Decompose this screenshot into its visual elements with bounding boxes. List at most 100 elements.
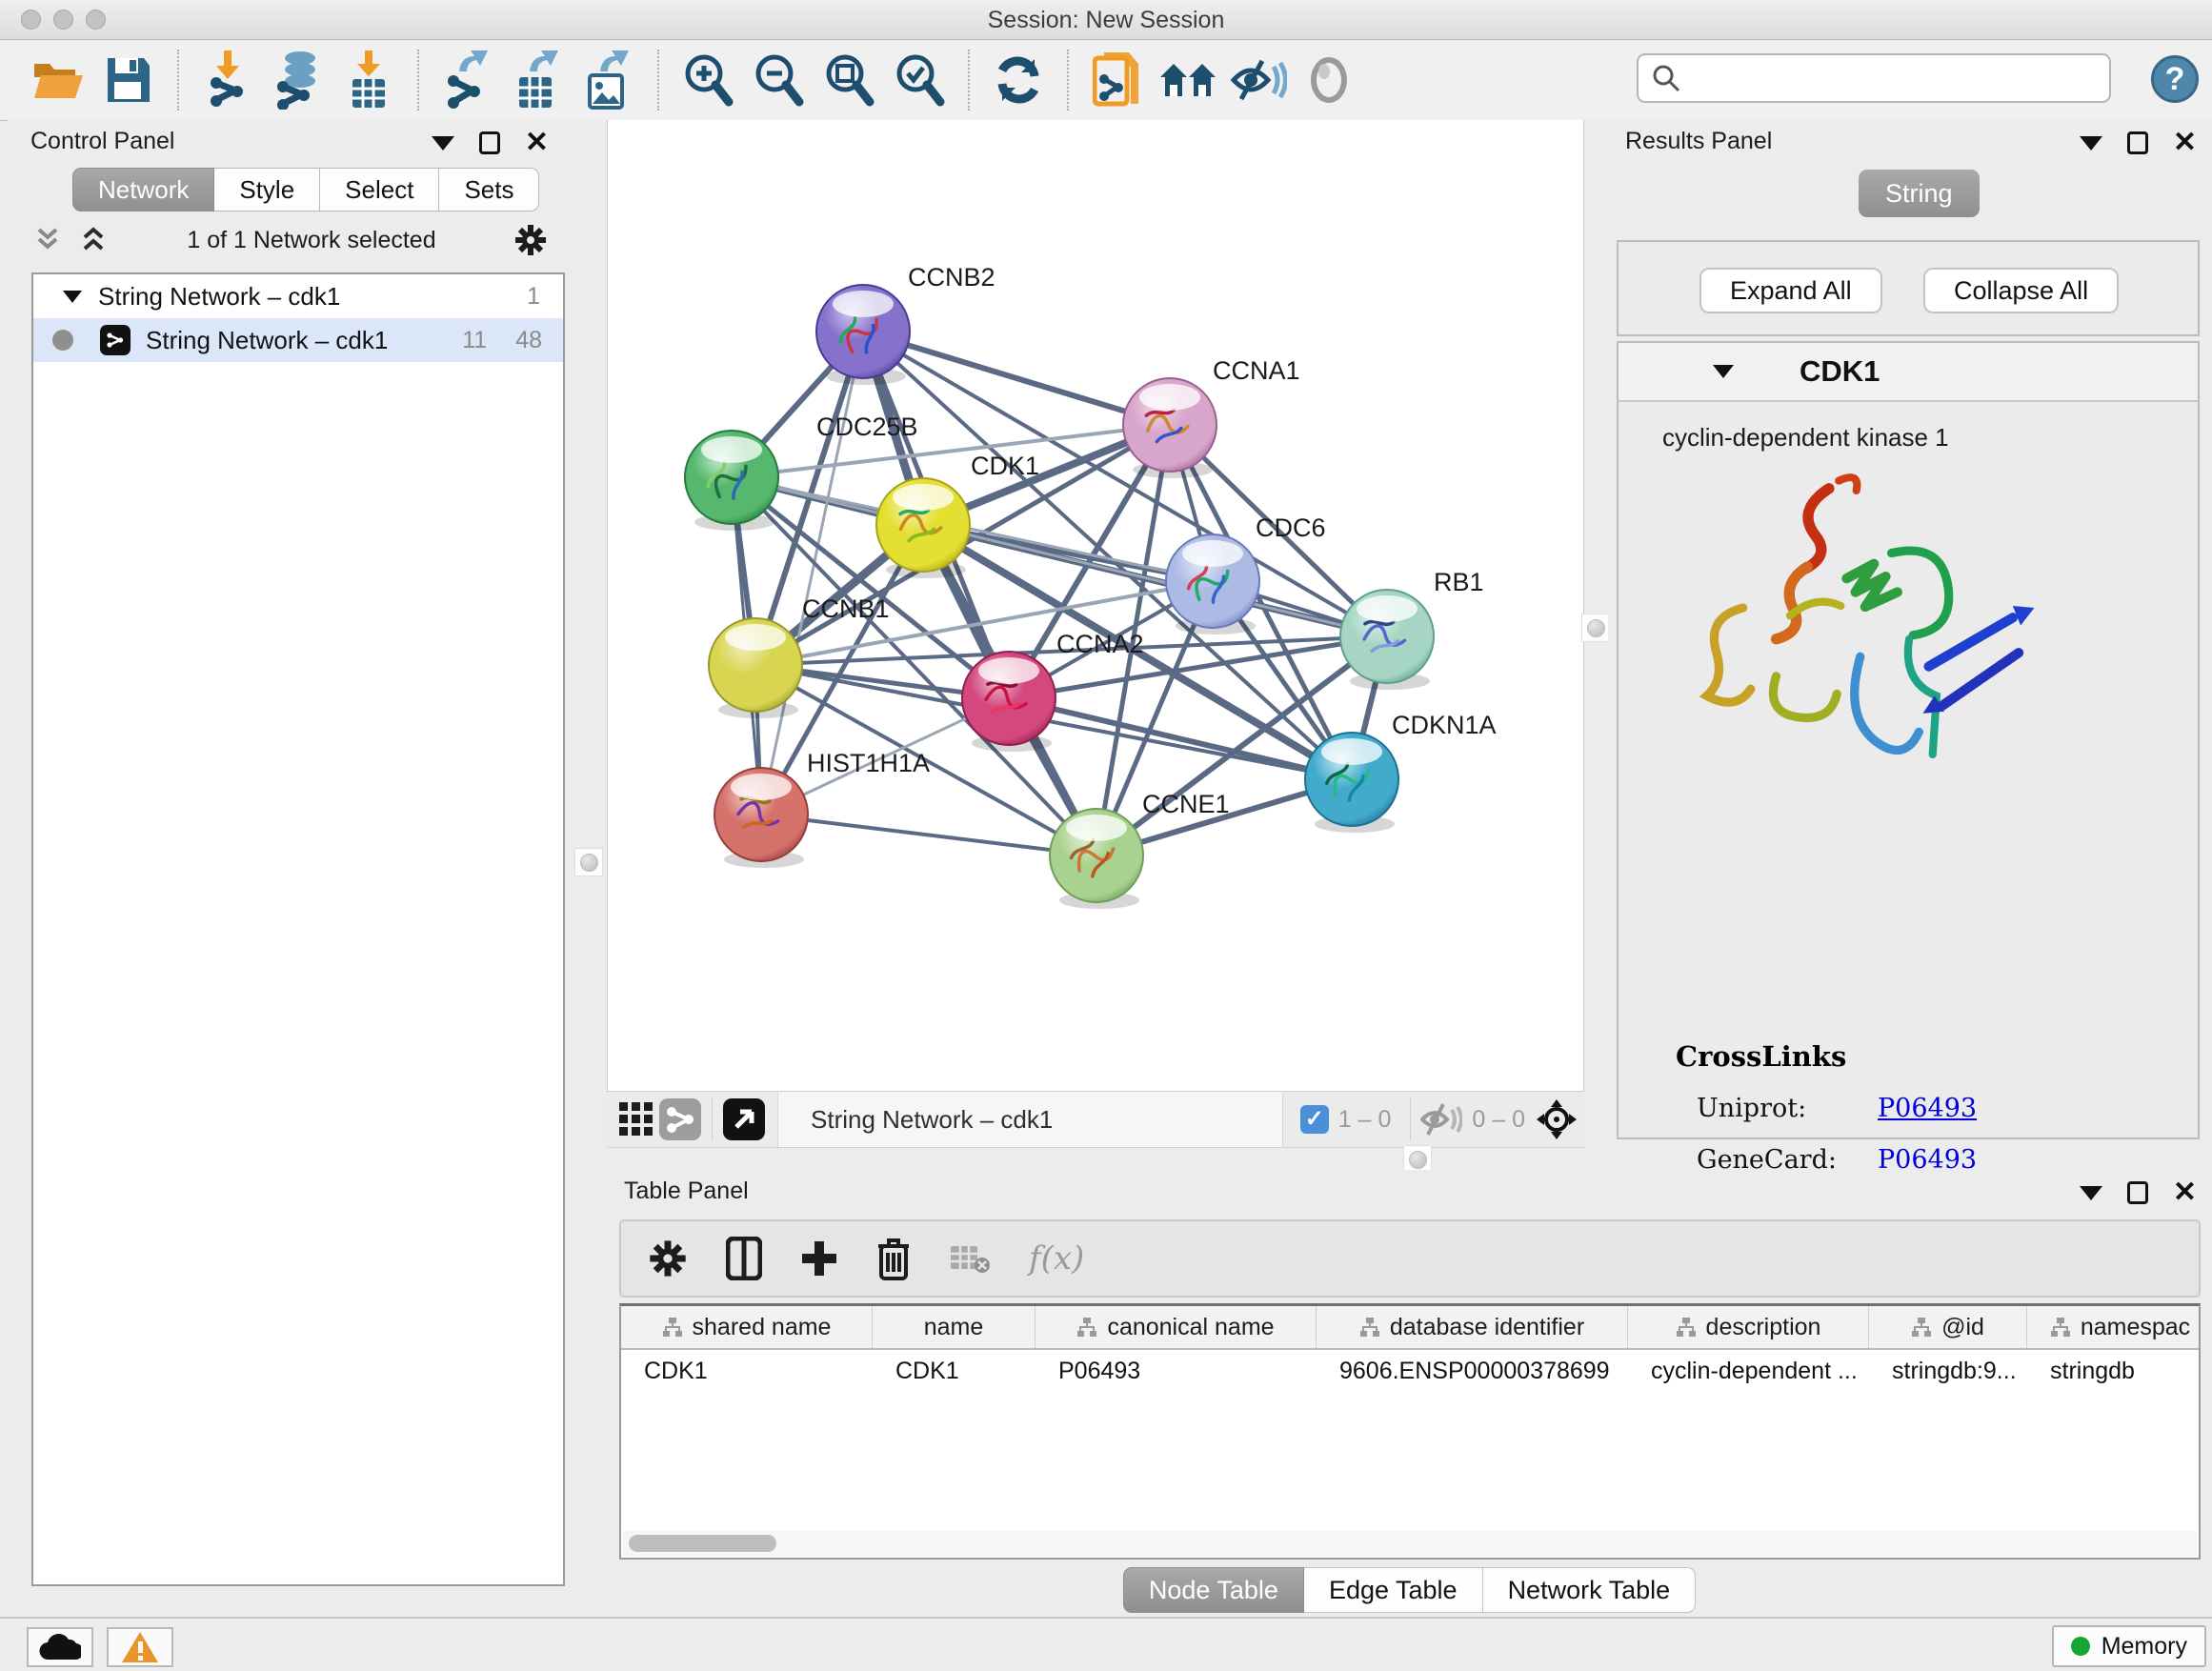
add-column-plus-icon[interactable]	[800, 1239, 838, 1278]
tab-select[interactable]: Select	[320, 168, 439, 211]
collection-expand-icon[interactable]	[60, 287, 85, 306]
panel-menu-icon[interactable]	[432, 136, 454, 151]
network-row[interactable]: String Network – cdk1 11 48	[33, 318, 563, 362]
column-header-canonical-name[interactable]: canonical name	[1036, 1306, 1317, 1348]
show-columns-icon[interactable]	[726, 1237, 762, 1280]
detach-view-icon[interactable]	[722, 1097, 766, 1141]
network-edge[interactable]	[1009, 698, 1352, 779]
crosslink-link[interactable]: P06493	[1878, 1094, 1977, 1123]
table-cell[interactable]: CDK1	[873, 1358, 1036, 1385]
help-button[interactable]: ?	[2151, 55, 2199, 103]
table-row[interactable]: CDK1CDK1P064939606.ENSP00000378699cyclin…	[621, 1350, 2199, 1392]
panel-close-icon[interactable]: ✕	[525, 131, 549, 154]
column-header-namespac[interactable]: namespac	[2027, 1306, 2201, 1348]
gear-icon[interactable]	[513, 223, 548, 257]
memory-button[interactable]: Memory	[2052, 1625, 2206, 1667]
panel-float-icon[interactable]	[2127, 131, 2148, 154]
refresh-icon[interactable]	[989, 50, 1048, 111]
network-node-ccnb1[interactable]: CCNB1	[709, 594, 890, 718]
network-node-ccne1[interactable]: CCNE1	[1050, 790, 1230, 909]
network-edge[interactable]	[761, 332, 863, 815]
birds-eye-view-icon[interactable]	[614, 1097, 658, 1141]
delete-column-trash-icon[interactable]	[876, 1237, 911, 1280]
table-cell[interactable]: CDK1	[621, 1358, 873, 1385]
vertical-splitter-left[interactable]	[572, 120, 607, 1164]
node-section-header[interactable]: CDK1	[1619, 343, 2198, 402]
collapse-all-button[interactable]: Collapse All	[1923, 268, 2119, 313]
panel-menu-icon[interactable]	[2080, 136, 2102, 151]
expand-all-icon[interactable]	[77, 226, 110, 254]
network-collection-row[interactable]: String Network – cdk1 1	[33, 274, 563, 318]
section-collapse-icon[interactable]	[1710, 361, 1737, 382]
scrollbar-thumb[interactable]	[629, 1535, 776, 1552]
zoom-selected-icon[interactable]	[890, 50, 949, 111]
import-table-icon[interactable]	[339, 50, 398, 111]
network-node-rb1[interactable]: RB1	[1340, 568, 1484, 690]
hide-unhide-eye-icon[interactable]	[1229, 50, 1288, 111]
zoom-fit-icon[interactable]	[819, 50, 878, 111]
save-session-icon[interactable]	[99, 50, 158, 111]
network-share-icon[interactable]	[658, 1097, 702, 1141]
current-network-dot-icon	[52, 330, 73, 351]
column-header--id[interactable]: @id	[1869, 1306, 2027, 1348]
collapse-all-icon[interactable]	[31, 226, 64, 254]
column-header-database-identifier[interactable]: database identifier	[1317, 1306, 1628, 1348]
search-input[interactable]	[1680, 65, 2109, 91]
tab-network-table[interactable]: Network Table	[1483, 1567, 1697, 1613]
panel-float-icon[interactable]	[479, 131, 500, 154]
zoom-in-icon[interactable]	[678, 50, 737, 111]
table-settings-gear-icon[interactable]	[648, 1238, 688, 1278]
share-network-file-icon[interactable]	[1088, 50, 1147, 111]
import-network-file-icon[interactable]	[198, 50, 257, 111]
zoom-out-icon[interactable]	[749, 50, 808, 111]
network-node-ccna1[interactable]: CCNA1	[1123, 356, 1300, 478]
import-network-database-icon[interactable]	[269, 50, 328, 111]
column-header-shared-name[interactable]: shared name	[621, 1306, 873, 1348]
tab-sets[interactable]: Sets	[439, 168, 539, 211]
table-panel: Table Panel ✕ f(x) shared namenamecanoni…	[607, 1170, 2212, 1617]
export-network-icon[interactable]	[438, 50, 497, 111]
splitter-collapse-handle[interactable]	[574, 848, 603, 876]
expand-all-button[interactable]: Expand All	[1699, 268, 1882, 313]
panel-close-icon[interactable]: ✕	[2173, 1181, 2197, 1204]
toolbar-separator	[1410, 1098, 1411, 1140]
network-node-hist1h1a[interactable]: HIST1H1A	[714, 749, 930, 868]
string-network-graph[interactable]: CCNB2CCNA1CDC25BCDK1CDC6RB1CCNB1CCNA2CDK…	[608, 120, 1583, 1089]
export-table-icon[interactable]	[509, 50, 568, 111]
table-cell[interactable]: P06493	[1036, 1358, 1317, 1385]
table-cell[interactable]: cyclin-dependent ...	[1628, 1358, 1869, 1385]
export-image-icon[interactable]	[579, 50, 638, 111]
network-node-ccnb2[interactable]: CCNB2	[816, 263, 995, 385]
panel-float-icon[interactable]	[2127, 1181, 2148, 1204]
network-node-cdkn1a[interactable]: CDKN1A	[1305, 711, 1497, 833]
network-column-icon	[2050, 1317, 2071, 1338]
column-header-description[interactable]: description	[1628, 1306, 1869, 1348]
tab-network[interactable]: Network	[72, 168, 214, 211]
houses-icon[interactable]	[1158, 50, 1217, 111]
panel-close-icon[interactable]: ✕	[2173, 131, 2197, 154]
tab-string[interactable]: String	[1859, 170, 1980, 217]
fit-selected-crosshair-icon[interactable]	[1535, 1097, 1579, 1141]
table-cell[interactable]: stringdb:9...	[1869, 1358, 2027, 1385]
tab-edge-table[interactable]: Edge Table	[1304, 1567, 1483, 1613]
warnings-button[interactable]	[107, 1627, 173, 1667]
panel-menu-icon[interactable]	[2080, 1186, 2102, 1200]
vertical-splitter-right[interactable]	[1584, 120, 1608, 1164]
open-session-icon[interactable]	[29, 50, 88, 111]
splitter-collapse-handle[interactable]	[1581, 614, 1610, 642]
cloud-status-button[interactable]	[27, 1627, 93, 1667]
node-table: shared namenamecanonical namedatabase id…	[619, 1303, 2201, 1560]
table-cell[interactable]: 9606.ENSP00000378699	[1317, 1358, 1628, 1385]
network-canvas[interactable]: CCNB2CCNA1CDC25BCDK1CDC6RB1CCNB1CCNA2CDK…	[607, 120, 1584, 1091]
table-hscrollbar[interactable]	[623, 1531, 2197, 1556]
eye-icon[interactable]	[1299, 50, 1358, 111]
tab-node-table[interactable]: Node Table	[1123, 1567, 1304, 1613]
crosslinks-title: CrossLinks	[1676, 1040, 1846, 1073]
network-edge[interactable]	[863, 332, 1170, 425]
selected-checkbox-icon[interactable]: ✓	[1300, 1105, 1329, 1134]
column-header-name[interactable]: name	[873, 1306, 1036, 1348]
network-edge[interactable]	[761, 815, 1096, 856]
results-actions-box: Expand All Collapse All	[1617, 240, 2200, 336]
table-cell[interactable]: stringdb	[2027, 1358, 2201, 1385]
tab-style[interactable]: Style	[214, 168, 320, 211]
